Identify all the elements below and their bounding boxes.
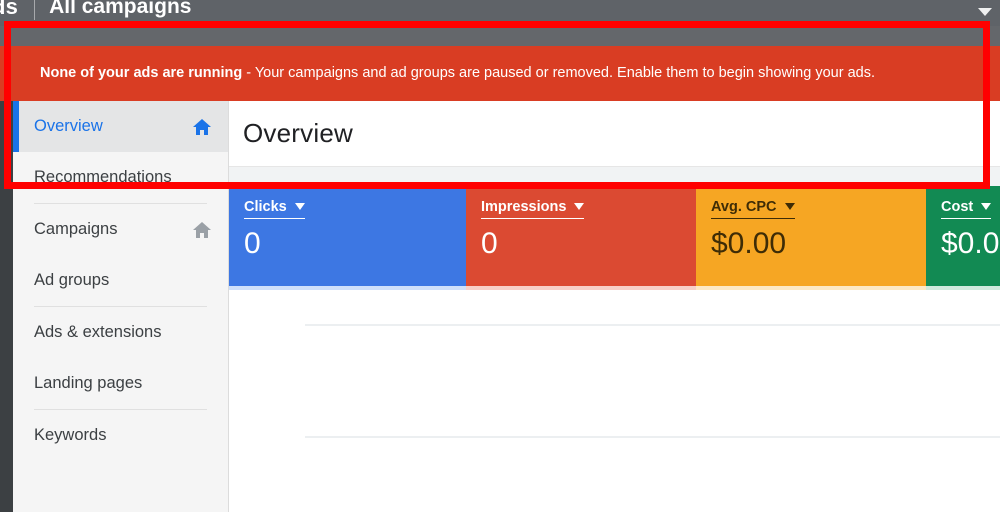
chart-gridline <box>305 436 1000 438</box>
page-header: Overview <box>229 101 1000 167</box>
metric-card-impressions[interactable]: Impressions 0 <box>466 186 696 286</box>
sidebar-item-overview[interactable]: Overview <box>13 101 228 152</box>
metric-label-text: Avg. CPC <box>711 199 777 215</box>
screenshot-root: ds All campaigns None of your ads are ru… <box>0 0 1000 512</box>
metric-card-row: Clicks 0 Impressions 0 Avg. CPC $0.00 Co… <box>229 186 1000 286</box>
sidebar-item-label: Keywords <box>34 426 107 444</box>
topbar-divider <box>34 0 36 20</box>
alert-detail: - Your campaigns and ad groups are pause… <box>242 64 875 81</box>
metric-card-avg-cpc[interactable]: Avg. CPC $0.00 <box>696 186 926 286</box>
topbar-overflow-button[interactable] <box>970 2 994 20</box>
chart-gridline <box>305 324 1000 326</box>
metric-label-text: Impressions <box>481 199 567 215</box>
sidebar-item-label: Overview <box>34 117 103 135</box>
sidebar-item-label: Ad groups <box>34 271 110 289</box>
chevron-down-icon <box>294 203 305 210</box>
metric-label-impressions[interactable]: Impressions <box>481 199 585 219</box>
sidebar-item-ads-extensions[interactable]: Ads & extensions <box>13 307 228 358</box>
metric-label-clicks[interactable]: Clicks <box>244 199 305 219</box>
metric-value-cost: $0.0 <box>941 227 1000 260</box>
header-spacer <box>229 167 1000 186</box>
alert-headline: None of your ads are running <box>40 64 243 81</box>
left-rail <box>0 101 13 512</box>
chevron-down-icon <box>978 8 992 16</box>
sidebar-item-recommendations[interactable]: Recommendations <box>13 152 228 203</box>
performance-chart-area <box>229 290 1000 512</box>
sidebar-item-campaigns[interactable]: Campaigns <box>13 204 228 255</box>
chevron-down-icon <box>981 203 992 210</box>
page-title: Overview <box>243 118 353 148</box>
sidebar-item-label: Landing pages <box>34 374 143 392</box>
metric-value-impressions: 0 <box>481 227 498 260</box>
metric-card-clicks[interactable]: Clicks 0 <box>229 186 466 286</box>
ads-not-running-alert[interactable]: None of your ads are running - Your camp… <box>0 46 1000 101</box>
metric-value-avg-cpc: $0.00 <box>711 227 787 260</box>
home-icon[interactable] <box>192 221 212 239</box>
alert-message: None of your ads are running - Your camp… <box>40 65 875 82</box>
account-scope-label[interactable]: All campaigns <box>49 0 191 19</box>
chevron-down-icon <box>784 203 795 210</box>
secondary-toolbar-strip <box>0 26 1000 46</box>
sidebar-nav: Overview Recommendations Campaigns Ad gr… <box>13 101 229 512</box>
metric-label-text: Cost <box>941 199 974 215</box>
product-name: ds <box>0 0 19 19</box>
metric-value-clicks: 0 <box>244 227 261 260</box>
metric-label-cost[interactable]: Cost <box>941 199 992 219</box>
metric-card-cost[interactable]: Cost $0.0 <box>926 186 1000 286</box>
sidebar-item-ad-groups[interactable]: Ad groups <box>13 255 228 306</box>
home-icon[interactable] <box>192 118 212 136</box>
sidebar-item-label: Campaigns <box>34 220 118 238</box>
top-app-bar: ds All campaigns <box>0 0 1000 26</box>
top-app-bar-content: ds All campaigns <box>0 0 191 26</box>
chevron-down-icon <box>574 203 585 210</box>
metric-label-text: Clicks <box>244 199 287 215</box>
sidebar-item-label: Ads & extensions <box>34 323 162 341</box>
sidebar-item-landing-pages[interactable]: Landing pages <box>13 358 228 409</box>
main-content: Overview Clicks 0 Impressions 0 Avg. CPC… <box>229 101 1000 512</box>
metric-label-avg-cpc[interactable]: Avg. CPC <box>711 199 795 219</box>
sidebar-item-label: Recommendations <box>34 168 172 186</box>
sidebar-item-keywords[interactable]: Keywords <box>13 410 228 461</box>
